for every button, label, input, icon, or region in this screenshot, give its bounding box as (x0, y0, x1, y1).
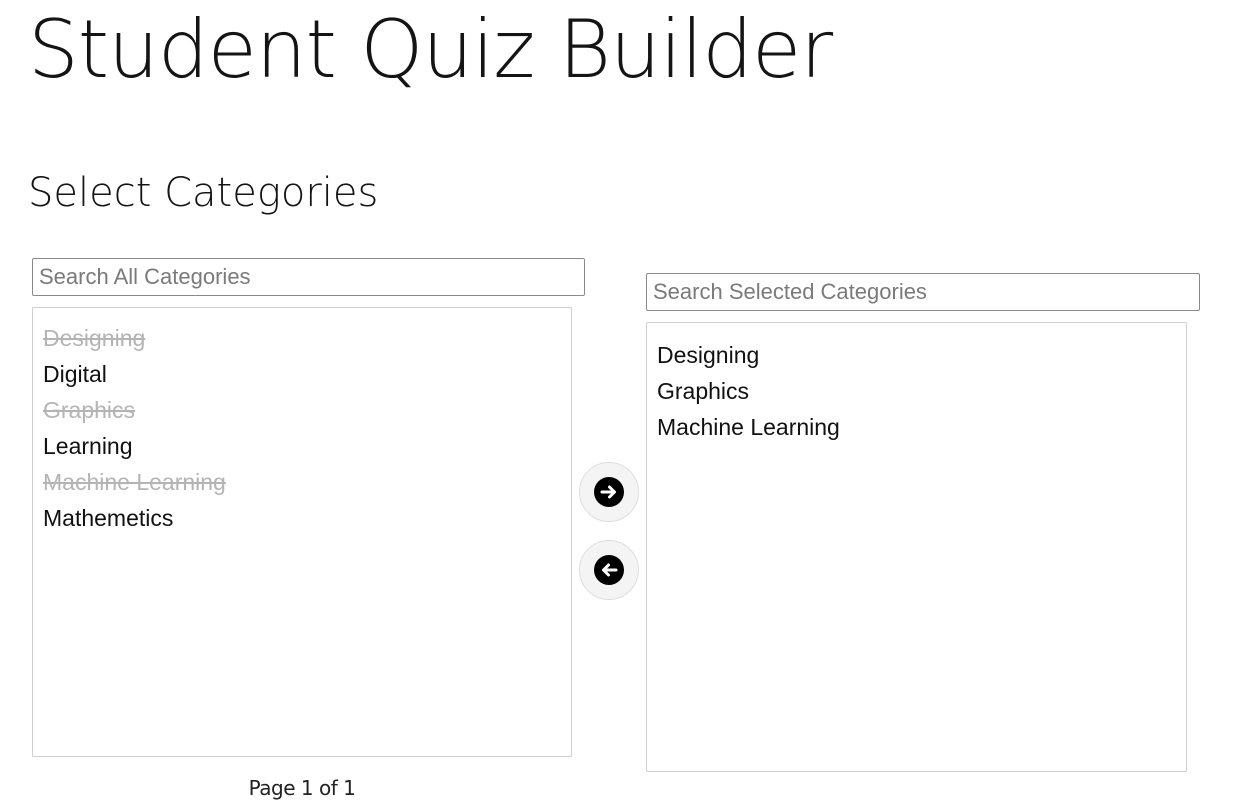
selected-item-machine-learning[interactable]: Machine Learning (657, 409, 1176, 445)
selected-item-graphics[interactable]: Graphics (657, 373, 1176, 409)
category-item-machine-learning: Machine Learning (43, 469, 226, 495)
category-item-digital[interactable]: Digital (43, 356, 561, 392)
search-all-categories-input[interactable] (32, 258, 585, 296)
search-selected-categories-input[interactable] (646, 273, 1200, 311)
all-categories-list: Designing Digital Graphics Learning Mach… (32, 307, 572, 757)
section-title: Select Categories (28, 170, 379, 216)
category-item-learning[interactable]: Learning (43, 428, 561, 464)
arrow-left-circle-icon (594, 555, 624, 585)
arrow-right-circle-icon (594, 477, 624, 507)
selected-item-designing[interactable]: Designing (657, 337, 1176, 373)
move-left-button[interactable] (579, 540, 639, 600)
category-item-designing: Designing (43, 325, 146, 351)
selected-categories-list: Designing Graphics Machine Learning (646, 322, 1187, 772)
category-item-graphics: Graphics (43, 397, 136, 423)
pagination-label: Page 1 of 1 (248, 776, 356, 800)
move-right-button[interactable] (579, 462, 639, 522)
app-title: Student Quiz Builder (28, 3, 833, 96)
category-item-mathemetics[interactable]: Mathemetics (43, 500, 561, 536)
